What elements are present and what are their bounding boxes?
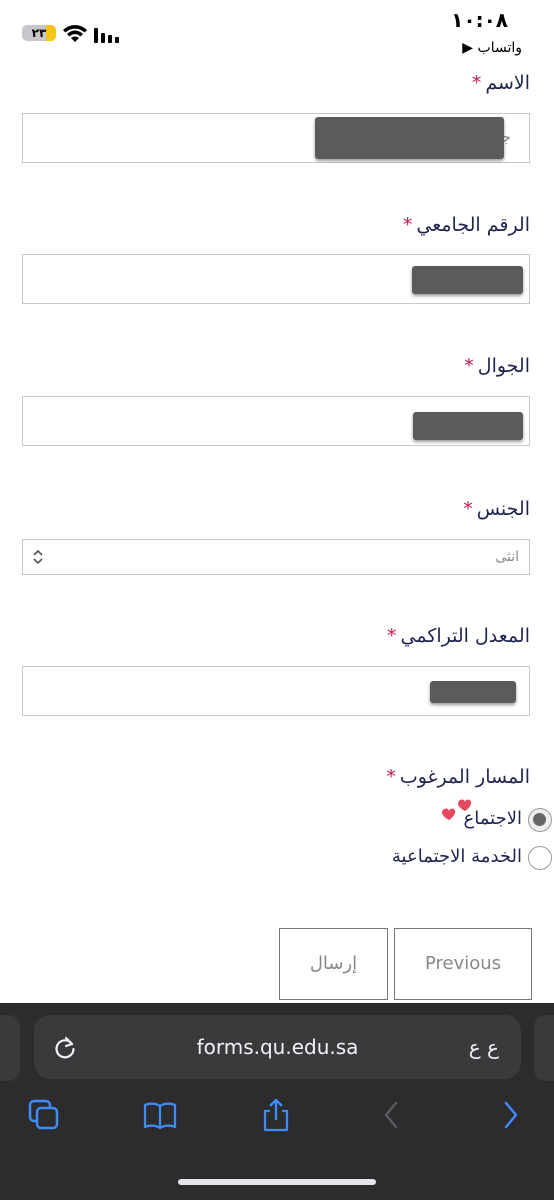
student-id-input[interactable]: [22, 254, 530, 304]
radio-label: الخدمة الاجتماعية: [391, 846, 522, 867]
gpa-input[interactable]: [22, 666, 530, 716]
required-marker: *: [464, 355, 474, 377]
home-indicator[interactable]: [178, 1179, 376, 1185]
required-marker: *: [463, 498, 473, 520]
redaction-block: [315, 117, 504, 159]
gender-select[interactable]: انثى: [22, 539, 530, 575]
radio-label: الاجتماع: [463, 808, 522, 829]
forward-arrow-icon[interactable]: [492, 1097, 528, 1133]
required-marker: *: [387, 625, 397, 647]
back-arrow-icon[interactable]: [374, 1097, 410, 1133]
name-input[interactable]: جنى: [22, 113, 530, 163]
browser-toolbar: forms.qu.edu.sa ع ع: [0, 1003, 554, 1200]
previous-tab-peek[interactable]: [0, 1015, 20, 1081]
application-form: الاسم* جنى الرقم الجامعي* الجوال* الجنس*…: [0, 0, 554, 1005]
required-marker: *: [402, 214, 413, 236]
mobile-label: الجوال*: [464, 355, 530, 377]
gpa-label: المعدل التراكمي*: [387, 625, 530, 647]
track-label: المسار المرغوب*: [386, 766, 530, 788]
radio-button-checked[interactable]: [528, 808, 552, 832]
redaction-block: [413, 412, 523, 440]
share-icon[interactable]: [258, 1097, 294, 1133]
student-id-label: الرقم الجامعي*: [402, 214, 530, 236]
previous-button[interactable]: Previous: [394, 928, 532, 1000]
battery-level: ٢٣: [31, 26, 47, 40]
select-chevron-icon: [33, 549, 43, 565]
gender-select-value: انثى: [495, 549, 519, 565]
text-size-button[interactable]: ع ع: [469, 1035, 499, 1059]
bookmarks-icon[interactable]: [142, 1097, 178, 1133]
redaction-block: [412, 266, 523, 294]
redaction-block: [430, 681, 516, 703]
required-marker: *: [471, 72, 482, 94]
hearts-emoji-icon: [442, 799, 472, 820]
track-option-social-service[interactable]: الخدمة الاجتماعية: [0, 842, 554, 876]
mobile-input[interactable]: [22, 396, 530, 446]
tabs-icon[interactable]: [26, 1097, 62, 1133]
url-text: forms.qu.edu.sa: [196, 1035, 359, 1059]
radio-button[interactable]: [528, 846, 552, 870]
gender-label: الجنس*: [463, 498, 530, 520]
submit-button[interactable]: إرسال: [279, 928, 388, 1000]
next-tab-peek[interactable]: [534, 1015, 554, 1081]
required-marker: *: [386, 766, 396, 788]
name-label: الاسم*: [471, 72, 530, 94]
address-bar[interactable]: forms.qu.edu.sa ع ع: [34, 1015, 521, 1079]
